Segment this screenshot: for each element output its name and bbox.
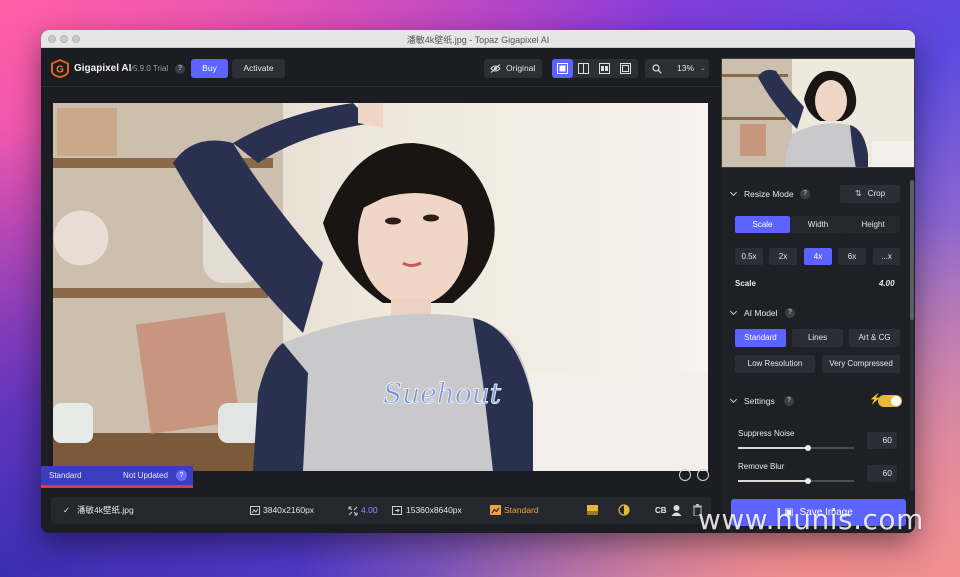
single-view-icon — [557, 63, 568, 74]
tab-scale[interactable]: Scale — [735, 216, 790, 233]
suppress-noise-input[interactable]: 60 — [867, 432, 897, 449]
ai-model-heading[interactable]: AI Model — [729, 307, 778, 318]
scale-2x-button[interactable]: 2x — [769, 248, 797, 265]
tab-height[interactable]: Height — [846, 216, 900, 233]
status-state: Not Updated — [123, 471, 168, 480]
model-status-bar: Standard Not Updated ? — [41, 466, 193, 485]
grid-view-button[interactable] — [615, 59, 636, 78]
side-by-side-view-icon — [599, 63, 610, 74]
svg-text:G: G — [56, 65, 64, 76]
scale-value[interactable]: 4.00 — [879, 279, 895, 288]
model-low-resolution-button[interactable]: Low Resolution — [735, 355, 815, 373]
status-model: Standard — [49, 471, 82, 480]
status-help-icon[interactable]: ? — [176, 470, 187, 481]
file-name: 潘敏4k壁纸.jpg — [77, 505, 134, 515]
face-recovery-icon[interactable] — [671, 504, 682, 516]
scale-factor: 4.00 — [361, 505, 378, 515]
model-art-cg-button[interactable]: Art & CG — [849, 329, 900, 347]
panel-scrollbar[interactable] — [910, 180, 914, 490]
remove-blur-fill — [738, 480, 808, 482]
file-model: Standard — [504, 505, 539, 515]
scale-label: Scale — [735, 279, 756, 288]
navigator-thumbnail — [722, 59, 914, 167]
split-view-icon — [578, 63, 589, 74]
app-window: 潘敏4k壁纸.jpg - Topaz Gigapixel AI G Gigapi… — [41, 30, 915, 533]
app-version: v5.9.0 Trial — [129, 64, 169, 73]
settings-heading[interactable]: Settings — [729, 395, 775, 406]
scale-custom-button[interactable]: ...x — [873, 248, 900, 265]
cb-label[interactable]: CB — [655, 497, 667, 524]
grid-view-icon — [620, 63, 631, 74]
output-size-icon — [392, 506, 402, 515]
watermark-text: www.hunis.com — [698, 503, 924, 536]
suppress-noise-thumb[interactable] — [805, 445, 811, 451]
buy-button[interactable]: Buy — [191, 59, 228, 78]
crop-icon: ⇅ — [854, 189, 862, 198]
shirt-print: Suehout — [383, 377, 502, 410]
input-size-icon — [250, 506, 260, 515]
navigator-preview[interactable] — [721, 58, 915, 168]
single-view-button[interactable] — [552, 59, 573, 78]
title-bar: 潘敏4k壁纸.jpg - Topaz Gigapixel AI — [41, 30, 915, 48]
face-compare-icon[interactable] — [697, 469, 709, 481]
remove-blur-thumb[interactable] — [805, 478, 811, 484]
face-detect-icon[interactable] — [679, 469, 691, 481]
toggle-knob — [891, 396, 901, 406]
view-mode-group — [552, 59, 638, 78]
gigapixel-logo-icon: G — [51, 59, 69, 78]
window-title: 潘敏4k壁纸.jpg - Topaz Gigapixel AI — [406, 35, 550, 45]
preview-thumbnail-icon[interactable] — [587, 505, 598, 515]
remove-blur-input[interactable]: 60 — [867, 465, 897, 482]
scrollbar-thumb[interactable] — [910, 180, 914, 320]
file-queue-row[interactable]: ✓ 潘敏4k壁纸.jpg 3840x2160px 4.00 15360x8640… — [51, 497, 711, 524]
zoom-icon — [652, 64, 662, 74]
input-size: 3840x2160px — [263, 505, 315, 515]
resize-mode-label: Resize Mode — [744, 189, 794, 199]
color-balance-icon[interactable] — [618, 504, 630, 516]
ai-model-help-icon[interactable]: ? — [785, 308, 795, 318]
crop-button[interactable]: ⇅ Crop — [840, 185, 900, 203]
activate-button[interactable]: Activate — [232, 59, 285, 78]
original-toggle-button[interactable]: Original — [484, 59, 542, 78]
model-very-compressed-button[interactable]: Very Compressed — [822, 355, 900, 373]
original-label: Original — [506, 63, 536, 73]
crop-label: Crop — [867, 189, 886, 198]
status-progress-line — [41, 485, 193, 488]
chevron-down-icon: ⌄ — [700, 65, 706, 72]
settings-label: Settings — [744, 396, 775, 406]
scale-6x-button[interactable]: 6x — [838, 248, 866, 265]
output-size: 15360x8640px — [406, 505, 462, 515]
image-canvas[interactable]: Suehout — [53, 103, 708, 471]
settings-help-icon[interactable]: ? — [784, 396, 794, 406]
ai-model-label: AI Model — [744, 308, 778, 318]
remove-blur-label: Remove Blur — [738, 462, 785, 471]
eye-off-icon — [490, 64, 501, 73]
photo-preview: Suehout — [53, 103, 708, 471]
resize-help-icon[interactable]: ? — [800, 189, 810, 199]
suppress-noise-label: Suppress Noise — [738, 429, 795, 438]
settings-auto-toggle[interactable] — [878, 395, 902, 407]
face-recovery-controls — [677, 466, 713, 484]
scale-4x-button[interactable]: 4x — [804, 248, 832, 265]
split-view-button[interactable] — [573, 59, 594, 78]
app-name: Gigapixel AI — [74, 63, 132, 74]
scale-0-5x-button[interactable]: 0.5x — [735, 248, 763, 265]
checkmark-icon[interactable]: ✓ — [63, 497, 70, 524]
version-help-icon[interactable]: ? — [175, 64, 185, 74]
model-image-icon — [490, 505, 501, 515]
side-by-side-view-button[interactable] — [594, 59, 615, 78]
model-standard-button[interactable]: Standard — [735, 329, 786, 347]
zoom-value: 13% — [677, 63, 695, 73]
suppress-noise-fill — [738, 447, 808, 449]
tab-width[interactable]: Width — [790, 216, 846, 233]
scale-arrows-icon — [348, 506, 358, 516]
resize-mode-heading[interactable]: Resize Mode — [729, 188, 794, 199]
zoom-control[interactable]: 13% ⌄ — [645, 59, 709, 78]
model-lines-button[interactable]: Lines — [792, 329, 843, 347]
